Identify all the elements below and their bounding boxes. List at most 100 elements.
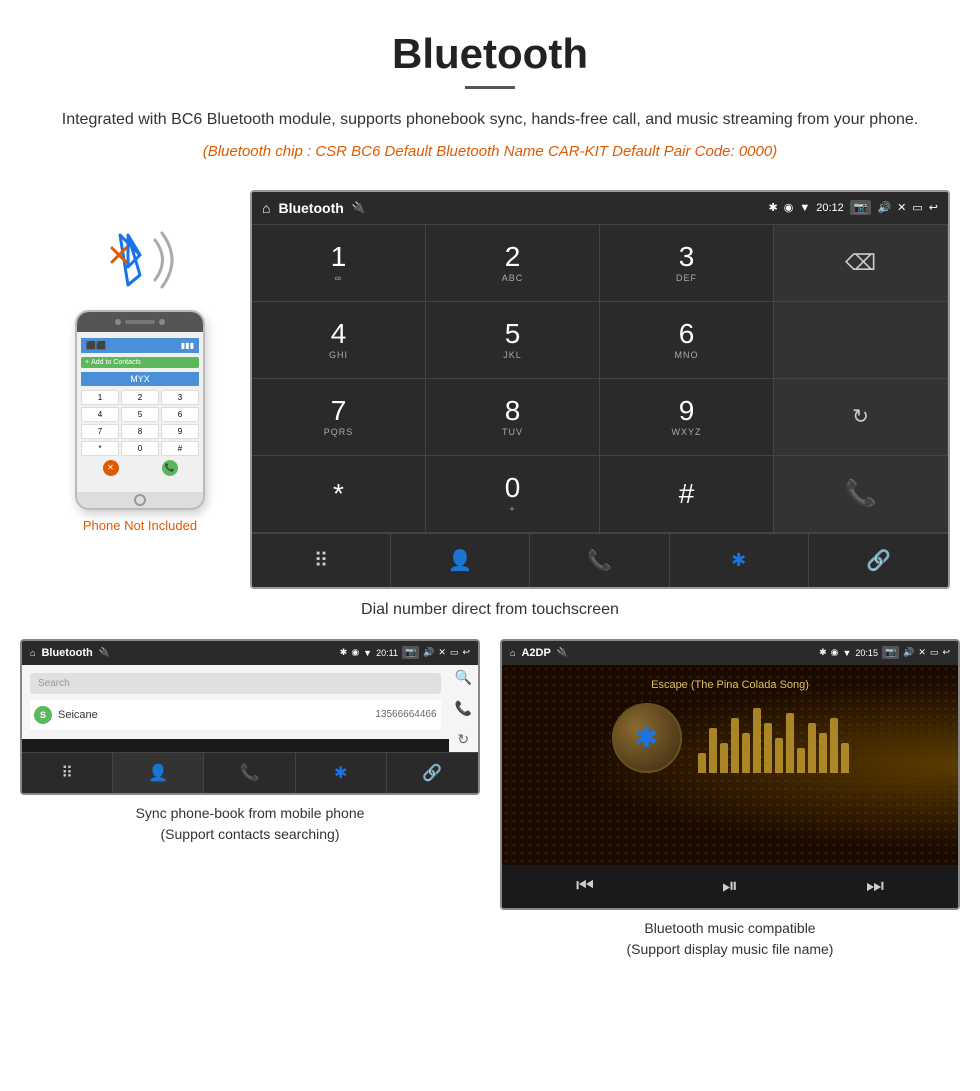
music-controls: ⏮ ⏯ ⏭	[502, 865, 958, 908]
eq-bar-3	[731, 718, 739, 773]
mini-key-3: 3	[161, 390, 199, 405]
key-6-letters: MNO	[675, 350, 699, 360]
mini-key-6: 6	[161, 407, 199, 422]
phone-screen-header: ⬛⬛ ▮▮▮	[81, 338, 199, 353]
music-item: ⌂ A2DP 🔌 ✱ ◉ ▼ 20:15 📷 🔊 ✕ ▭ ↩	[500, 639, 960, 960]
nav-settings[interactable]: 🔗	[809, 534, 948, 587]
key-4-number: 4	[331, 320, 347, 348]
bluetooth-signal-area	[100, 220, 180, 300]
add-contact-btn[interactable]: + Add to Contacts	[81, 357, 199, 368]
key-hash[interactable]: #	[600, 456, 774, 533]
phonebook-body: Search S Seicane 13566664466 🔍 📞 ↻	[22, 665, 478, 752]
dial-caption: Dial number direct from touchscreen	[0, 589, 980, 639]
phone-carrier: ⬛⬛	[86, 341, 106, 350]
key-9[interactable]: 9 WXYZ	[600, 379, 774, 456]
music-title: A2DP	[521, 647, 550, 659]
search-icon-right[interactable]: 🔍	[455, 669, 472, 686]
time-display: 20:12	[816, 202, 844, 214]
key-5[interactable]: 5 JKL	[426, 302, 600, 379]
home-icon: ⌂	[262, 200, 270, 216]
eq-bar-1	[709, 728, 717, 773]
phone-camera	[125, 320, 155, 324]
search-bar[interactable]: Search	[30, 673, 441, 694]
title-divider	[465, 86, 515, 89]
signal-icon: ▼	[799, 202, 810, 214]
prev-track-btn[interactable]: ⏮	[576, 875, 594, 898]
key-1-letters: ∞	[335, 273, 342, 283]
key-3[interactable]: 3 DEF	[600, 225, 774, 302]
key-star-symbol: *	[333, 480, 344, 508]
pb-nav-contacts[interactable]: 👤	[113, 753, 204, 793]
middle-section: ⬛⬛ ▮▮▮ + Add to Contacts MYX 1 2 3 4 5 6…	[0, 180, 980, 589]
phone-area: ⬛⬛ ▮▮▮ + Add to Contacts MYX 1 2 3 4 5 6…	[30, 190, 250, 533]
phonebook-close-icon: ✕	[438, 647, 446, 658]
music-content: Escape (The Pina Colada Song) ✱	[502, 665, 958, 865]
key-8[interactable]: 8 TUV	[426, 379, 600, 456]
eq-bars	[698, 703, 849, 773]
key-star[interactable]: *	[252, 456, 426, 533]
phone-not-included: Phone Not Included	[83, 518, 197, 533]
key-6[interactable]: 6 MNO	[600, 302, 774, 379]
phonebook-bottom-nav: ⠿ 👤 📞 ✱ 🔗	[22, 752, 478, 793]
mini-key-7: 7	[81, 424, 119, 439]
phonebook-vol-icon: 🔊	[423, 647, 434, 658]
nav-bluetooth[interactable]: ✱	[670, 534, 809, 587]
music-usb-icon: 🔌	[557, 647, 568, 658]
call-btn-mini: 📞	[162, 460, 178, 476]
phone-top-bar	[77, 312, 203, 332]
call-icon-right[interactable]: 📞	[455, 700, 472, 717]
phone-action-btns: ✕ 📞	[81, 460, 199, 476]
contact-name: Seicane	[58, 709, 375, 721]
usb-icon: 🔌	[352, 201, 366, 214]
key-1[interactable]: 1 ∞	[252, 225, 426, 302]
key-7[interactable]: 7 PQRS	[252, 379, 426, 456]
key-call-end[interactable]: 📞	[774, 456, 948, 533]
mini-key-9: 9	[161, 424, 199, 439]
contact-initial: S	[34, 706, 52, 724]
pb-nav-link[interactable]: 🔗	[387, 753, 478, 793]
back-icon: ↩	[929, 201, 938, 214]
mini-key-8: 8	[121, 424, 159, 439]
contacts-icon: 👤	[448, 548, 473, 573]
key-2[interactable]: 2 ABC	[426, 225, 600, 302]
eq-bar-11	[819, 733, 827, 773]
mini-key-4: 4	[81, 407, 119, 422]
phone-bottom-bar	[77, 492, 203, 508]
next-track-btn[interactable]: ⏭	[866, 875, 884, 898]
music-close-icon: ✕	[918, 647, 926, 658]
key-8-number: 8	[505, 397, 521, 425]
phone-screen: ⬛⬛ ▮▮▮ + Add to Contacts MYX 1 2 3 4 5 6…	[77, 332, 203, 492]
key-4[interactable]: 4 GHI	[252, 302, 426, 379]
phonebook-signal-icon: ▼	[363, 648, 372, 658]
mini-key-2: 2	[121, 390, 159, 405]
nav-phone[interactable]: 📞	[530, 534, 669, 587]
phonebook-content: Search S Seicane 13566664466	[22, 665, 449, 739]
link-icon: 🔗	[866, 548, 891, 573]
phonebook-status-left: ⌂ Bluetooth 🔌	[30, 647, 110, 659]
key-7-letters: PQRS	[324, 427, 354, 437]
phonebook-home-icon: ⌂	[30, 648, 35, 658]
key-backspace[interactable]: ⌫	[774, 225, 948, 302]
pb-nav-phone[interactable]: 📞	[204, 753, 295, 793]
phonebook-screen: ⌂ Bluetooth 🔌 ✱ ◉ ▼ 20:11 📷 🔊 ✕ ▭ ↩	[20, 639, 480, 795]
play-pause-btn[interactable]: ⏯	[722, 875, 738, 898]
music-bt-icon: ✱	[819, 647, 827, 658]
music-time: 20:15	[855, 648, 878, 658]
nav-dialpad[interactable]: ⠿	[252, 534, 391, 587]
pb-nav-dialpad[interactable]: ⠿	[22, 753, 113, 793]
music-status-right: ✱ ◉ ▼ 20:15 📷 🔊 ✕ ▭ ↩	[819, 646, 950, 659]
key-refresh[interactable]: ↻	[774, 379, 948, 456]
key-9-number: 9	[679, 397, 695, 425]
nav-contacts[interactable]: 👤	[391, 534, 530, 587]
mini-key-star: *	[81, 441, 119, 456]
eq-bar-5	[753, 708, 761, 773]
sync-icon-right[interactable]: ↻	[457, 731, 469, 748]
pb-nav-bt[interactable]: ✱	[296, 753, 387, 793]
number-display: MYX	[81, 372, 199, 386]
music-camera-icon: 📷	[882, 646, 899, 659]
phonebook-menu-icon: ▭	[450, 647, 459, 658]
key-0[interactable]: 0 +	[426, 456, 600, 533]
music-loc-icon: ◉	[831, 647, 839, 658]
key-2-number: 2	[505, 243, 521, 271]
header-section: Bluetooth Integrated with BC6 Bluetooth …	[0, 0, 980, 180]
